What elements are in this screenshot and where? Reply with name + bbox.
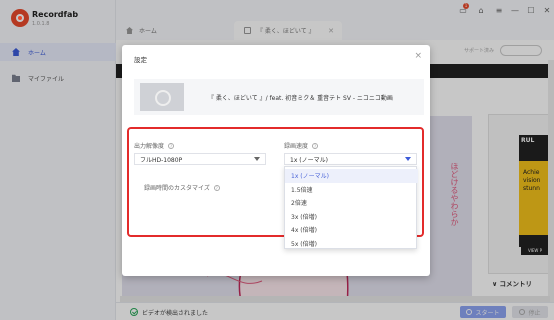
close-icon[interactable]: ×: [414, 51, 422, 61]
speed-option[interactable]: 4x (倍増): [285, 223, 418, 237]
resolution-select[interactable]: フルHD-1080P: [134, 153, 266, 165]
resolution-label: 出力解像度 ?: [134, 142, 175, 150]
chevron-down-icon: [405, 157, 411, 161]
chevron-down-icon: [254, 157, 260, 161]
speed-option[interactable]: 1.5倍速: [285, 183, 418, 197]
custom-time-label[interactable]: 録画時間のカスタマイズ ?: [144, 183, 220, 192]
help-icon[interactable]: ?: [312, 142, 319, 149]
speed-option[interactable]: 1x (ノーマル): [285, 169, 418, 183]
speed-select[interactable]: 1x (ノーマル): [284, 153, 417, 165]
video-title: 『 柔く、ほどいて 』/ feat. 初音ミク＆ 重音テト SV - ニコニコ動…: [208, 95, 393, 102]
video-info: 『 柔く、ほどいて 』/ feat. 初音ミク＆ 重音テト SV - ニコニコ動…: [134, 79, 424, 115]
dialog-title: 設定: [134, 56, 147, 64]
help-icon[interactable]: ?: [168, 142, 175, 149]
speed-option[interactable]: 5x (倍増): [285, 237, 418, 251]
speed-option[interactable]: 3x (倍増): [285, 210, 418, 224]
speed-option[interactable]: 2倍速: [285, 196, 418, 210]
help-icon[interactable]: ?: [213, 184, 220, 191]
video-thumbnail: [140, 83, 184, 111]
speed-label: 録画速度 ?: [284, 142, 319, 150]
speed-dropdown-menu: 1x (ノーマル) 1.5倍速 2倍速 3x (倍増) 4x (倍増) 5x (…: [284, 166, 418, 251]
